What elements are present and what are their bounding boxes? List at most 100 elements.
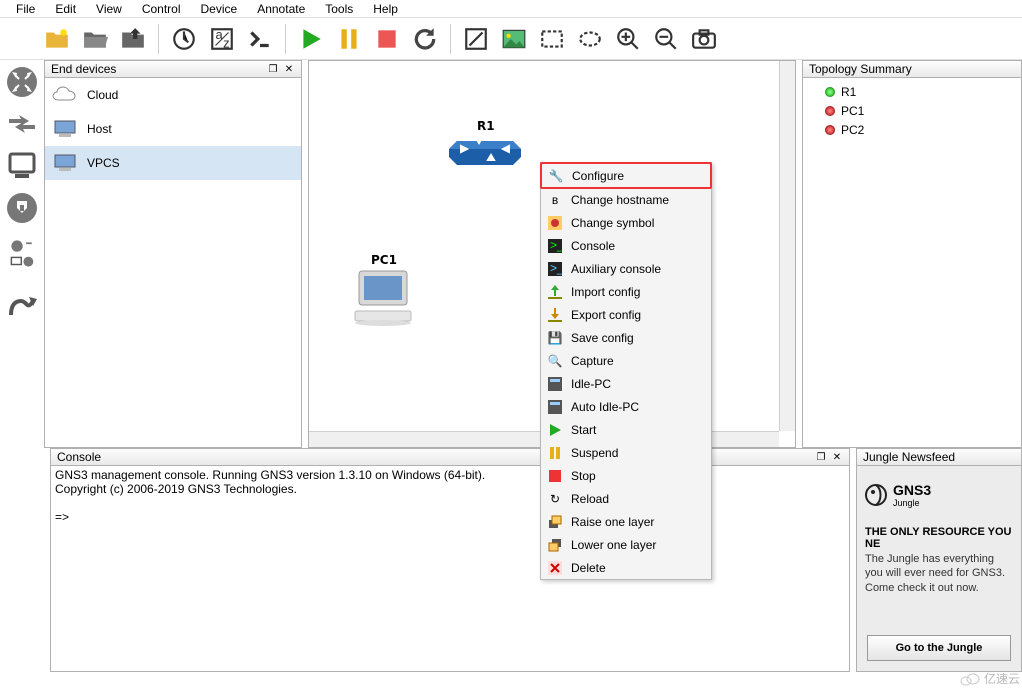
pause-all-button[interactable]: [332, 22, 366, 56]
ctx-change-hostname[interactable]: вChange hostname: [541, 188, 711, 211]
r1-label: R1: [477, 119, 495, 133]
topology-summary-panel: Topology Summary R1 PC1 PC2: [802, 60, 1022, 448]
end-devices-panel: End devices ❐ ✕ Cloud Host VPCS: [44, 60, 302, 448]
draw-rect-button[interactable]: [535, 22, 569, 56]
ctx-lower-layer[interactable]: Lower one layer: [541, 533, 711, 556]
undock-icon[interactable]: ❐: [815, 451, 827, 463]
close-icon[interactable]: ✕: [831, 451, 843, 463]
ctx-raise-layer[interactable]: Raise one layer: [541, 510, 711, 533]
watermark: 亿速云: [960, 670, 1020, 687]
host-icon: [51, 117, 79, 141]
insert-image-button[interactable]: [497, 22, 531, 56]
open-project-button[interactable]: [78, 22, 112, 56]
capture-icon: 🔍: [547, 353, 563, 369]
jungle-panel: Jungle Newsfeed GNS3 Jungle THE ONLY RES…: [856, 448, 1022, 672]
ctx-capture[interactable]: 🔍Capture: [541, 349, 711, 372]
canvas-vscroll[interactable]: [779, 61, 795, 431]
delete-icon: [547, 560, 563, 576]
topology-summary-title: Topology Summary: [809, 62, 912, 76]
rename-icon: в: [547, 192, 563, 208]
undock-icon[interactable]: ❐: [267, 63, 279, 75]
new-project-button[interactable]: [40, 22, 74, 56]
ctx-delete[interactable]: Delete: [541, 556, 711, 579]
add-link-button[interactable]: [4, 286, 40, 322]
gns3-logo: GNS3 Jungle: [865, 482, 1013, 508]
ctx-idle-pc[interactable]: Idle-PC: [541, 372, 711, 395]
ctx-import-config[interactable]: Import config: [541, 280, 711, 303]
routers-category-button[interactable]: [4, 64, 40, 100]
topo-item-r1[interactable]: R1: [809, 82, 1015, 101]
all-devices-category-button[interactable]: [4, 232, 40, 280]
ctx-export-config[interactable]: Export config: [541, 303, 711, 326]
reload-icon: ↻: [547, 491, 563, 507]
export-icon: [547, 307, 563, 323]
add-note-button[interactable]: [459, 22, 493, 56]
symbol-icon: [547, 215, 563, 231]
raise-icon: [547, 514, 563, 530]
ctx-suspend[interactable]: Suspend: [541, 441, 711, 464]
switches-category-button[interactable]: [4, 106, 40, 142]
ctx-save-config[interactable]: 💾Save config: [541, 326, 711, 349]
jungle-headline: THE ONLY RESOURCE YOU NE: [865, 526, 1013, 550]
go-to-jungle-button[interactable]: Go to the Jungle: [867, 635, 1011, 661]
r1-node[interactable]: [449, 133, 521, 168]
end-devices-title: End devices: [51, 62, 116, 76]
ctx-stop[interactable]: Stop: [541, 464, 711, 487]
reload-all-button[interactable]: [408, 22, 442, 56]
device-cloud[interactable]: Cloud: [45, 78, 301, 112]
snapshot-button[interactable]: [167, 22, 201, 56]
ctx-aux-console[interactable]: >_Auxiliary console: [541, 257, 711, 280]
play-icon: [547, 422, 563, 438]
close-icon[interactable]: ✕: [283, 63, 295, 75]
device-vpcs[interactable]: VPCS: [45, 146, 301, 180]
device-label: Host: [87, 122, 112, 136]
topo-label: PC2: [841, 123, 864, 137]
menu-control[interactable]: Control: [132, 2, 191, 16]
console-title: Console: [57, 450, 101, 464]
jungle-body-text: The Jungle has everything you will ever …: [865, 552, 1013, 595]
end-devices-category-button[interactable]: [4, 148, 40, 184]
draw-ellipse-button[interactable]: [573, 22, 607, 56]
ctx-console[interactable]: >_Console: [541, 234, 711, 257]
stop-all-button[interactable]: [370, 22, 404, 56]
device-host[interactable]: Host: [45, 112, 301, 146]
menu-file[interactable]: File: [6, 2, 45, 16]
console-panel: Console ❐ ✕ GNS3 management console. Run…: [50, 448, 850, 672]
console-output[interactable]: GNS3 management console. Running GNS3 ve…: [51, 466, 849, 671]
menu-edit[interactable]: Edit: [45, 2, 86, 16]
pause-icon: [547, 445, 563, 461]
screenshot-button[interactable]: [687, 22, 721, 56]
status-led-icon: [825, 125, 835, 135]
menu-annotate[interactable]: Annotate: [247, 2, 315, 16]
status-led-icon: [825, 106, 835, 116]
show-interfaces-button[interactable]: az: [205, 22, 239, 56]
stop-icon: [547, 468, 563, 484]
context-menu: 🔧Configure вChange hostname Change symbo…: [540, 162, 712, 580]
topo-item-pc1[interactable]: PC1: [809, 101, 1015, 120]
ctx-configure[interactable]: 🔧Configure: [540, 162, 712, 189]
menu-device[interactable]: Device: [191, 2, 248, 16]
status-led-icon: [825, 87, 835, 97]
device-label: Cloud: [87, 88, 118, 102]
zoom-in-button[interactable]: [611, 22, 645, 56]
menu-view[interactable]: View: [86, 2, 132, 16]
menu-help[interactable]: Help: [363, 2, 408, 16]
console-icon: >_: [547, 238, 563, 254]
wrench-icon: 🔧: [548, 168, 564, 184]
pc1-node[interactable]: [351, 267, 415, 330]
device-list: Cloud Host VPCS: [45, 78, 301, 180]
ctx-auto-idle-pc[interactable]: Auto Idle-PC: [541, 395, 711, 418]
ctx-change-symbol[interactable]: Change symbol: [541, 211, 711, 234]
ctx-start[interactable]: Start: [541, 418, 711, 441]
start-all-button[interactable]: [294, 22, 328, 56]
device-rail: [0, 60, 44, 448]
menu-tools[interactable]: Tools: [315, 2, 363, 16]
console-all-button[interactable]: [243, 22, 277, 56]
save-project-button[interactable]: [116, 22, 150, 56]
security-category-button[interactable]: [4, 190, 40, 226]
zoom-out-button[interactable]: [649, 22, 683, 56]
ctx-reload[interactable]: ↻Reload: [541, 487, 711, 510]
topo-item-pc2[interactable]: PC2: [809, 120, 1015, 139]
topo-label: PC1: [841, 104, 864, 118]
device-label: VPCS: [87, 156, 120, 170]
